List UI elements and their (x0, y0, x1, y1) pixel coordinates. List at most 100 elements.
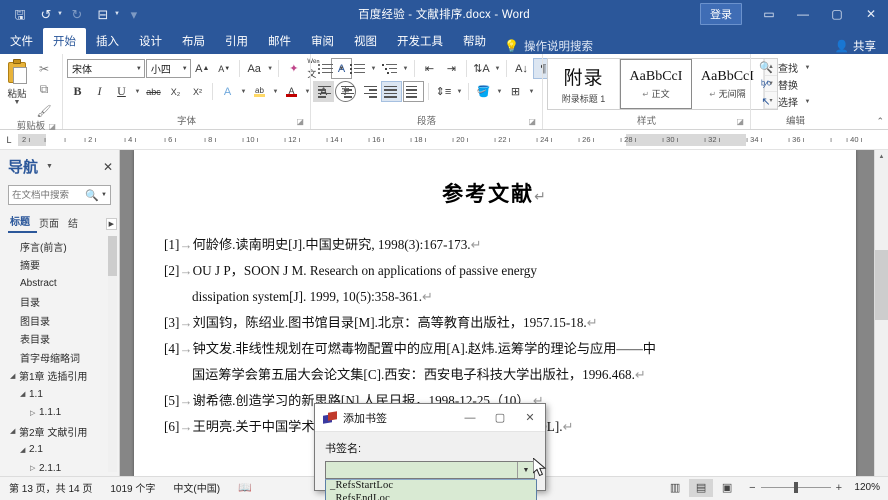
style-card-appendix-heading[interactable]: 附录 附录标题 1 (548, 59, 620, 109)
tab-mailings[interactable]: 邮件 (258, 28, 301, 54)
search-options-caret-icon[interactable]: ▼ (101, 192, 107, 198)
search-icon[interactable]: 🔍 (85, 189, 99, 202)
bookmark-name-combobox[interactable]: ▼ (325, 461, 535, 479)
nav-tab-pages[interactable]: 页面 (37, 215, 66, 233)
chevron-right-icon[interactable]: ▶ (105, 218, 117, 230)
nav-heading-item[interactable]: ◢ 第1章 选插引用 (0, 367, 119, 386)
tab-insert[interactable]: 插入 (86, 28, 129, 54)
sort-icon[interactable]: ⇅A (471, 58, 492, 79)
format-painter-icon[interactable]: 🖌 (33, 101, 55, 120)
customize-qat-icon[interactable]: ▾ (122, 3, 146, 25)
zoom-out-icon[interactable]: − (749, 482, 755, 494)
line-spacing-icon[interactable]: ⇕≡ (433, 81, 454, 102)
nav-heading-item[interactable]: Abstract (0, 274, 119, 293)
font-family-caret-icon[interactable]: ▼ (132, 66, 142, 72)
nav-heading-item[interactable]: ◢ 2.1 (0, 441, 119, 460)
proofing-errors-icon[interactable]: 📖 (229, 481, 261, 494)
tab-layout[interactable]: 布局 (172, 28, 215, 54)
increase-indent-icon[interactable]: ⇥ (441, 58, 462, 79)
underline-icon[interactable]: U (111, 81, 132, 102)
navigation-search-box[interactable]: 🔍 ▼ (8, 185, 111, 205)
text-highlight-color-icon[interactable]: ab (249, 81, 270, 102)
table-tools-caret-icon[interactable]: ▼ (114, 11, 120, 17)
highlight-caret-icon[interactable]: ▼ (271, 89, 280, 95)
share-button[interactable]: 👤 共享 (827, 38, 888, 54)
align-left-icon[interactable] (315, 81, 336, 102)
tab-home[interactable]: 开始 (43, 28, 86, 54)
paste-caret-icon[interactable]: ▼ (14, 99, 21, 106)
clear-formatting-icon[interactable]: ✦ (283, 58, 304, 79)
copy-icon[interactable]: ⧉ (33, 80, 55, 99)
add-bookmark-dialog[interactable]: 添加书签 — ▢ ✕ 书签名: ▼ _RefsStartLoc _RefsEnd… (314, 403, 546, 500)
read-mode-icon[interactable]: ▥ (663, 479, 687, 497)
tab-view[interactable]: 视图 (344, 28, 387, 54)
bullets-icon[interactable] (315, 58, 336, 79)
align-center-icon[interactable] (337, 81, 358, 102)
find-button[interactable]: 🔍 查找 ▼ (755, 59, 816, 76)
maximize-icon[interactable]: ▢ (820, 0, 854, 28)
find-caret-icon[interactable]: ▼ (803, 65, 812, 71)
font-color-icon[interactable]: A (281, 81, 302, 102)
zoom-slider[interactable]: − + (749, 482, 842, 494)
tab-design[interactable]: 设计 (129, 28, 172, 54)
text-effects-icon[interactable]: A (217, 81, 238, 102)
nav-tab-results[interactable]: 结 (66, 215, 85, 233)
change-case-caret-icon[interactable]: ▼ (266, 66, 275, 72)
underline-caret-icon[interactable]: ▼ (133, 89, 142, 95)
web-layout-icon[interactable]: ▣ (715, 479, 739, 497)
subscript-icon[interactable]: X₂ (165, 81, 186, 102)
tab-developer[interactable]: 开发工具 (387, 28, 453, 54)
justify-icon[interactable] (381, 81, 402, 102)
multilevel-list-icon[interactable] (379, 58, 400, 79)
font-size-caret-icon[interactable]: ▼ (178, 66, 188, 72)
sort-caret-icon[interactable]: ▼ (493, 66, 502, 72)
close-icon[interactable]: ✕ (515, 404, 545, 431)
select-button[interactable]: ↖ 选择 ▼ (755, 93, 816, 110)
nav-heading-item[interactable]: ▷ 2.1.1 (0, 459, 119, 476)
tab-help[interactable]: 帮助 (453, 28, 496, 54)
horizontal-ruler[interactable]: 2 ı ı ı ı 2 ı ı 4 ı ı 6 ı ı 8 ı ı 10 ı ı… (18, 133, 888, 147)
chevron-down-icon[interactable]: ▼ (517, 462, 534, 478)
line-spacing-caret-icon[interactable]: ▼ (455, 89, 464, 95)
zoom-track[interactable] (760, 482, 831, 493)
borders-icon[interactable]: ⊞ (505, 81, 526, 102)
grow-font-icon[interactable]: A ▲ (192, 58, 213, 79)
italic-icon[interactable]: I (89, 81, 110, 102)
strikethrough-icon[interactable]: abc (143, 81, 164, 102)
style-card-normal[interactable]: AaBbCcI ↵ 正文 (620, 59, 692, 109)
collapse-twisty-icon[interactable]: ▷ (30, 409, 39, 417)
bullets-caret-icon[interactable]: ▼ (337, 66, 346, 72)
nav-heading-item[interactable]: 摘要 (0, 256, 119, 275)
tab-references[interactable]: 引用 (215, 28, 258, 54)
paragraph-dialog-launcher-icon[interactable]: ◪ (528, 115, 536, 129)
redo-icon[interactable]: ↻ (65, 3, 89, 25)
scroll-up-icon[interactable]: ▲ (875, 150, 888, 164)
minimize-icon[interactable]: — (455, 404, 485, 431)
maximize-icon[interactable]: ▢ (485, 404, 515, 431)
font-family-combo[interactable]: 宋体 ▼ (67, 59, 145, 78)
close-icon[interactable]: ✕ (103, 160, 113, 174)
shrink-font-icon[interactable]: A ▼ (214, 58, 235, 79)
save-icon[interactable]: 🖫 (8, 3, 32, 25)
language-indicator[interactable]: 中文(中国) (164, 480, 229, 495)
page-indicator[interactable]: 第 13 页，共 14 页 (0, 480, 101, 495)
bold-icon[interactable]: B (67, 81, 88, 102)
zoom-in-icon[interactable]: + (836, 482, 842, 494)
nav-heading-item[interactable]: ▷ 1.1.1 (0, 404, 119, 423)
dropdown-option[interactable]: _RefsStartLoc (326, 480, 536, 493)
change-case-icon[interactable]: Aa (244, 58, 265, 79)
expand-twisty-icon[interactable]: ◢ (10, 372, 19, 380)
chevron-down-icon[interactable]: ▼ (46, 163, 53, 170)
minimize-icon[interactable]: — (786, 0, 820, 28)
replace-button[interactable]: ᵇ⁄ᶜ 替换 (755, 76, 802, 93)
font-dialog-launcher-icon[interactable]: ◪ (296, 115, 304, 129)
sort-az-icon[interactable]: A↓ (511, 58, 532, 79)
paste-button[interactable]: 粘贴 ▼ (4, 57, 30, 106)
dropdown-option[interactable]: _RefsEndLoc (326, 493, 536, 500)
decrease-indent-icon[interactable]: ⇤ (419, 58, 440, 79)
nav-heading-item[interactable]: 表目录 (0, 330, 119, 349)
tab-file[interactable]: 文件 (0, 28, 43, 54)
shading-caret-icon[interactable]: ▼ (495, 89, 504, 95)
tell-me-search[interactable]: 💡 操作说明搜索 (496, 38, 601, 54)
expand-twisty-icon[interactable]: ◢ (10, 427, 19, 435)
